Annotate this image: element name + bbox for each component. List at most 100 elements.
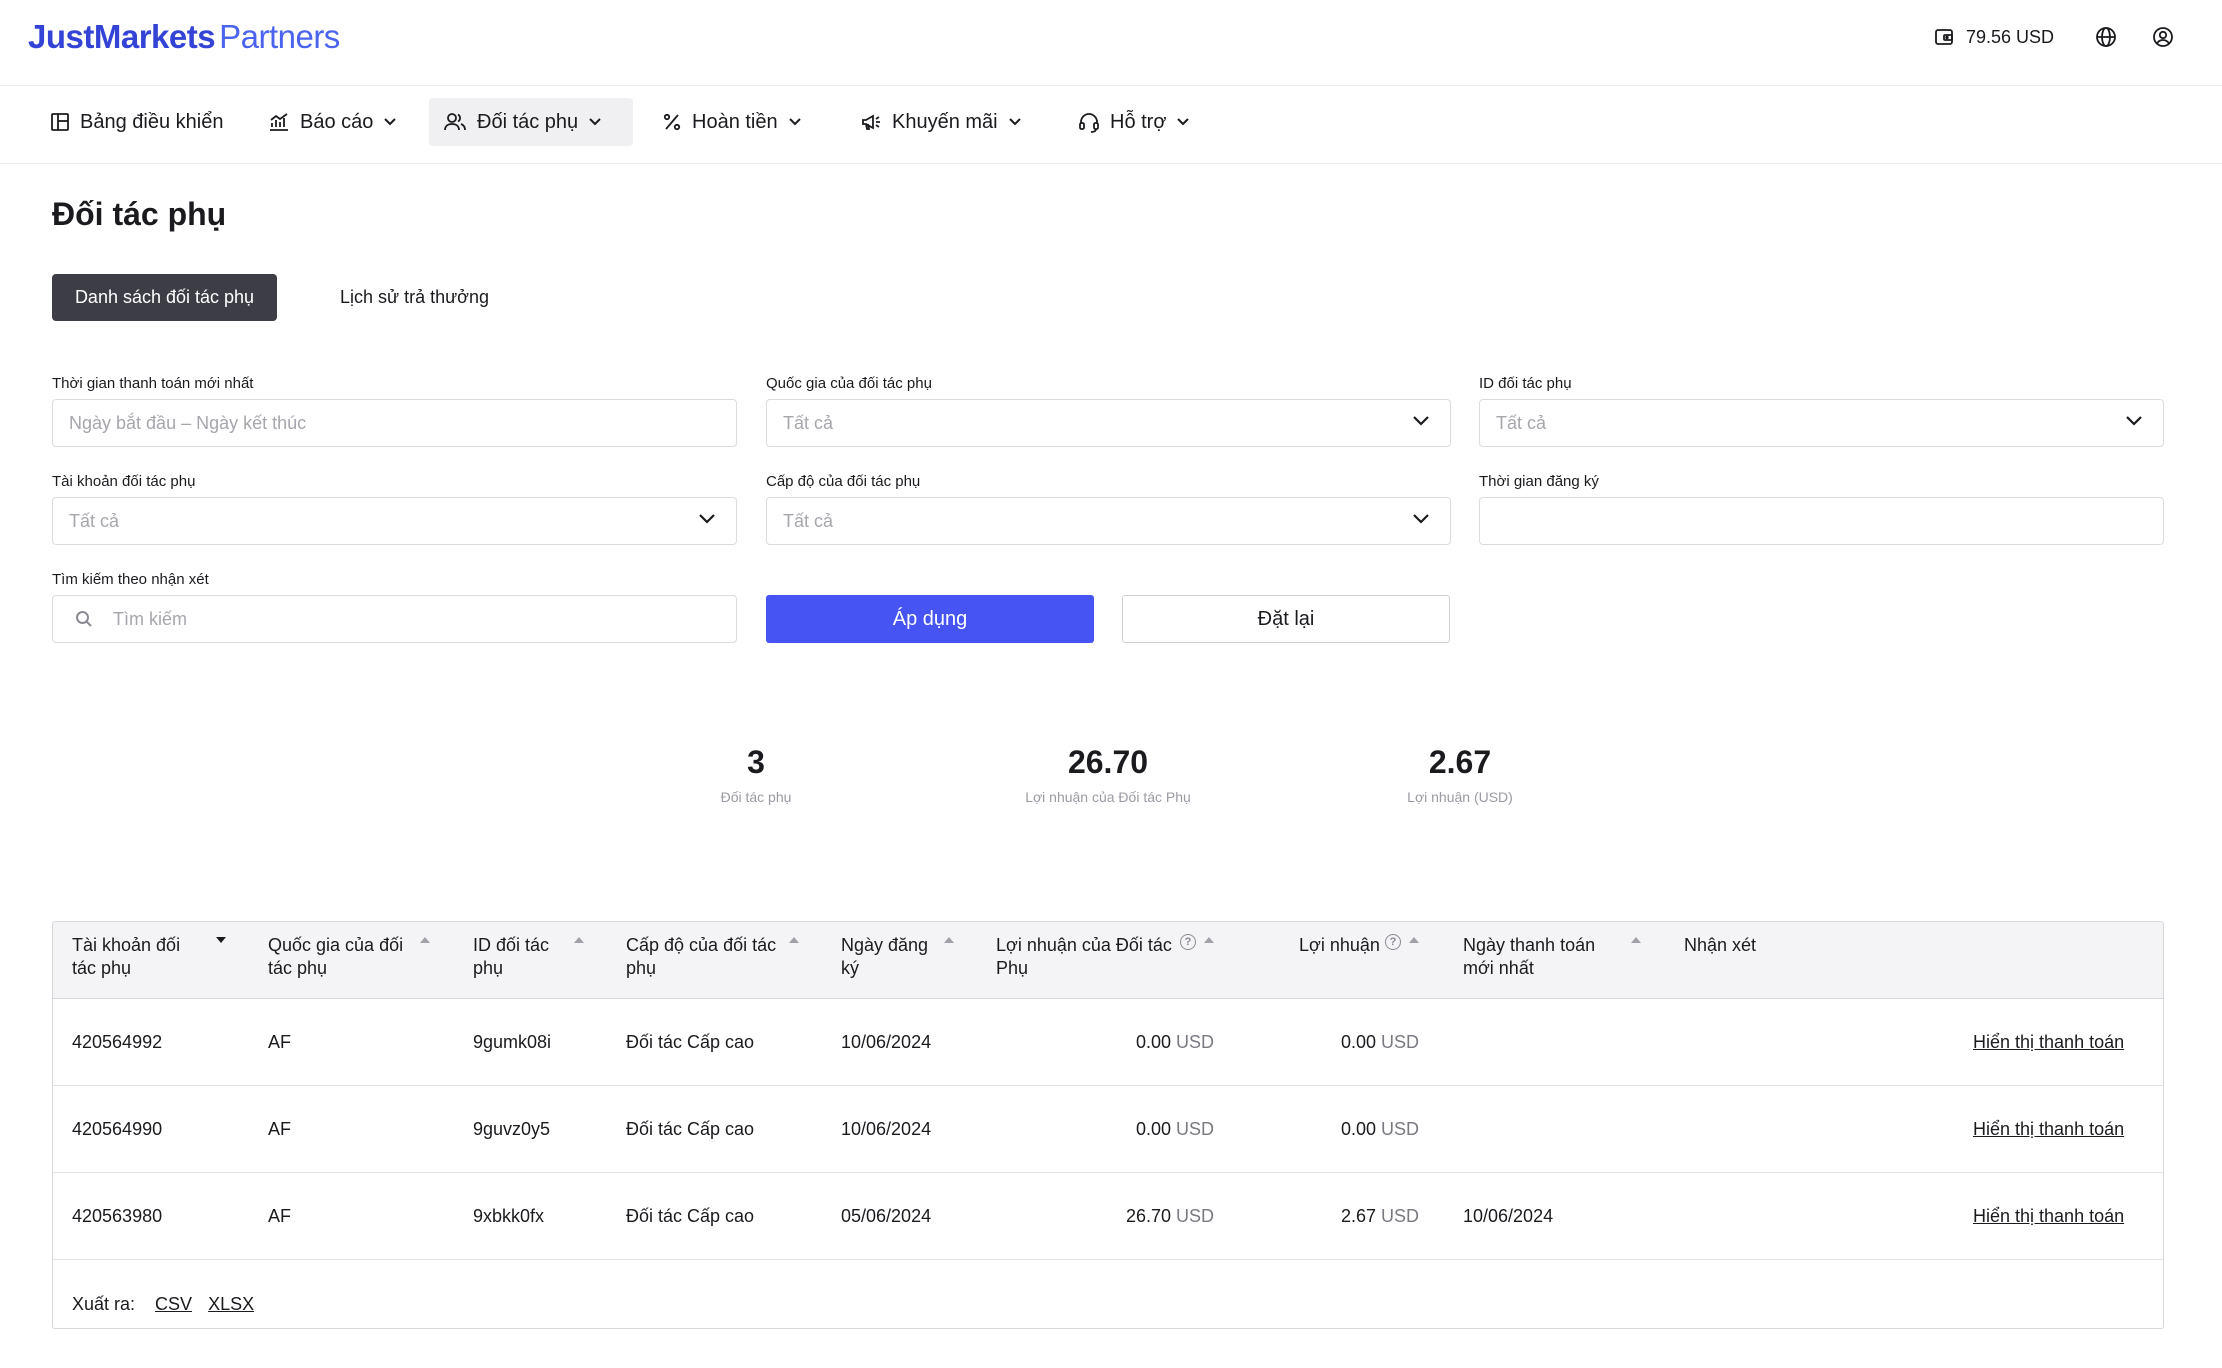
cell-country: AF <box>268 1206 292 1226</box>
cell-account: 420564992 <box>72 1032 163 1052</box>
stat-label: Lợi nhuận của Đối tác Phụ <box>1025 789 1191 805</box>
amount: 26.70 <box>1125 1206 1171 1226</box>
country-select-value: Tất cả <box>783 412 834 433</box>
cell-sub-partner-profit: 0.00 USD <box>996 999 1214 1086</box>
show-payments-link-text[interactable]: Hiển thị thanh toán <box>1973 1119 2124 1140</box>
sort-asc-icon[interactable] <box>1203 936 1215 944</box>
partner-id-label: ID đối tác phụ <box>1479 375 1572 392</box>
nav-label: Khuyến mãi <box>892 110 998 133</box>
percent-icon <box>663 113 681 131</box>
sort-asc-icon[interactable] <box>573 936 585 944</box>
cell-profit: 0.00 USD <box>1253 999 1419 1086</box>
col-header-profit[interactable]: Lợi nhuận <box>1299 934 1389 957</box>
help-icon[interactable]: ? <box>1385 934 1401 950</box>
reset-button[interactable]: Đặt lại <box>1122 595 1450 643</box>
cell-sub-partner-profit: 26.70 USD <box>996 1173 1214 1260</box>
level-select-value: Tất cả <box>783 510 834 531</box>
nav-support[interactable]: Hỗ trợ <box>1064 98 1204 146</box>
cell-account: 420564990 <box>72 1119 163 1139</box>
amount: 2.67 <box>1340 1206 1376 1226</box>
export-label: Xuất ra: <box>72 1294 136 1314</box>
table-row: 420563980 AF 9xbkk0fx Đối tác Cấp cao 05… <box>53 1173 2163 1260</box>
chevron-down-icon <box>384 118 397 126</box>
last-payment-date-range-input[interactable]: Ngày bắt đầu – Ngày kết thúc <box>52 399 737 447</box>
table-header: Tài khoản đối tác phụ Quốc gia của đối t… <box>53 922 2163 999</box>
country-select[interactable]: Tất cả <box>766 399 1451 447</box>
chevron-down-icon <box>1413 514 1429 524</box>
sort-asc-icon[interactable] <box>419 936 431 944</box>
amount: 0.00 <box>1135 1032 1171 1052</box>
account-select[interactable]: Tất cả <box>52 497 737 545</box>
sort-desc-icon[interactable] <box>215 936 227 944</box>
cell-level: Đối tác Cấp cao <box>626 1206 755 1226</box>
search-label: Tìm kiếm theo nhận xét <box>52 571 209 588</box>
profile-button[interactable] <box>2149 23 2177 51</box>
partner-id-select-value: Tất cả <box>1496 412 1547 433</box>
help-icon[interactable]: ? <box>1180 934 1196 950</box>
show-payments-link[interactable]: Hiển thị thanh toán <box>1973 1086 2124 1173</box>
sub-partners-table: Tài khoản đối tác phụ Quốc gia của đối t… <box>52 921 2164 1329</box>
stat-profit-usd: 2.67 Lợi nhuận (USD) <box>1310 744 1610 805</box>
col-header-comment: Nhận xét <box>1684 935 1757 955</box>
sort-asc-icon[interactable] <box>788 936 800 944</box>
col-header-partner-id[interactable]: ID đối tác phụ <box>473 934 573 980</box>
amount: 0.00 <box>1135 1119 1171 1139</box>
layout-icon <box>51 113 69 131</box>
nav-dashboard[interactable]: Bảng điều khiển <box>36 98 237 146</box>
cell-registration-date: 10/06/2024 <box>841 1032 932 1052</box>
apply-button[interactable]: Áp dụng <box>766 595 1094 643</box>
user-circle-icon <box>2153 27 2173 47</box>
table-row: 420564990 AF 9guvz0y5 Đối tác Cấp cao 10… <box>53 1086 2163 1173</box>
chevron-down-icon <box>699 514 715 524</box>
show-payments-link-text[interactable]: Hiển thị thanh toán <box>1973 1206 2124 1227</box>
nav-reports[interactable]: Báo cáo <box>254 98 411 146</box>
cell-profit: 2.67 USD <box>1253 1173 1419 1260</box>
search-input[interactable]: Tìm kiếm <box>52 595 737 643</box>
col-header-account[interactable]: Tài khoản đối tác phụ <box>72 934 192 980</box>
language-button[interactable] <box>2092 23 2120 51</box>
stat-value: 3 <box>747 744 765 780</box>
export-xlsx-link[interactable]: XLSX <box>208 1294 254 1315</box>
currency: USD <box>1380 1032 1419 1052</box>
page-title: Đối tác phụ <box>52 196 227 232</box>
show-payments-link[interactable]: Hiển thị thanh toán <box>1973 1173 2124 1260</box>
nav-promotions[interactable]: Khuyến mãi <box>846 98 1036 146</box>
sort-asc-icon[interactable] <box>1408 936 1420 944</box>
cell-sub-partner-profit: 0.00 USD <box>996 1086 1214 1173</box>
sort-asc-icon[interactable] <box>1630 936 1642 944</box>
headset-icon <box>1079 113 1099 133</box>
tab-payout-history[interactable]: Lịch sử trả thưởng <box>318 274 511 321</box>
col-header-sub-partner-profit[interactable]: Lợi nhuận của Đối tác Phụ <box>996 934 1186 980</box>
country-label: Quốc gia của đối tác phụ <box>766 375 932 392</box>
stat-label: Đối tác phụ <box>720 789 792 805</box>
nav-sub-partners[interactable]: Đối tác phụ <box>429 98 633 146</box>
registration-date-input[interactable] <box>1479 497 2164 545</box>
level-select[interactable]: Tất cả <box>766 497 1451 545</box>
col-header-country[interactable]: Quốc gia của đối tác phụ <box>268 934 418 980</box>
balance-amount: 79.56 USD <box>1966 26 2055 47</box>
chart-icon <box>270 113 288 131</box>
partner-id-select[interactable]: Tất cả <box>1479 399 2164 447</box>
wallet-balance[interactable]: 79.56 USD <box>1934 24 2054 50</box>
cell-country: AF <box>268 1032 292 1052</box>
cell-last-payment: 10/06/2024 <box>1463 1206 1554 1226</box>
chevron-down-icon <box>1413 416 1429 426</box>
col-header-registration-date[interactable]: Ngày đăng ký <box>841 934 941 980</box>
chevron-down-icon <box>788 118 801 126</box>
export-csv-link[interactable]: CSV <box>155 1294 192 1315</box>
stat-value: 2.67 <box>1428 744 1492 780</box>
cell-country: AF <box>268 1119 292 1139</box>
col-header-last-payment[interactable]: Ngày thanh toán mới nhất <box>1463 934 1613 980</box>
export-bar: Xuất ra: CSV XLSX <box>72 1294 254 1315</box>
show-payments-link-text[interactable]: Hiển thị thanh toán <box>1973 1032 2124 1053</box>
globe-icon <box>2096 27 2116 47</box>
stat-sub-partners: 3 Đối tác phụ <box>606 744 906 805</box>
logo[interactable]: JustMarkets Partners <box>28 18 340 56</box>
nav-label: Báo cáo <box>300 110 374 133</box>
nav-cashback[interactable]: Hoàn tiền <box>648 98 816 146</box>
col-header-level[interactable]: Cấp độ của đối tác phụ <box>626 934 786 980</box>
sort-asc-icon[interactable] <box>943 936 955 944</box>
currency: USD <box>1175 1032 1214 1052</box>
show-payments-link[interactable]: Hiển thị thanh toán <box>1973 999 2124 1086</box>
tab-sub-partner-list[interactable]: Danh sách đối tác phụ <box>52 274 277 321</box>
